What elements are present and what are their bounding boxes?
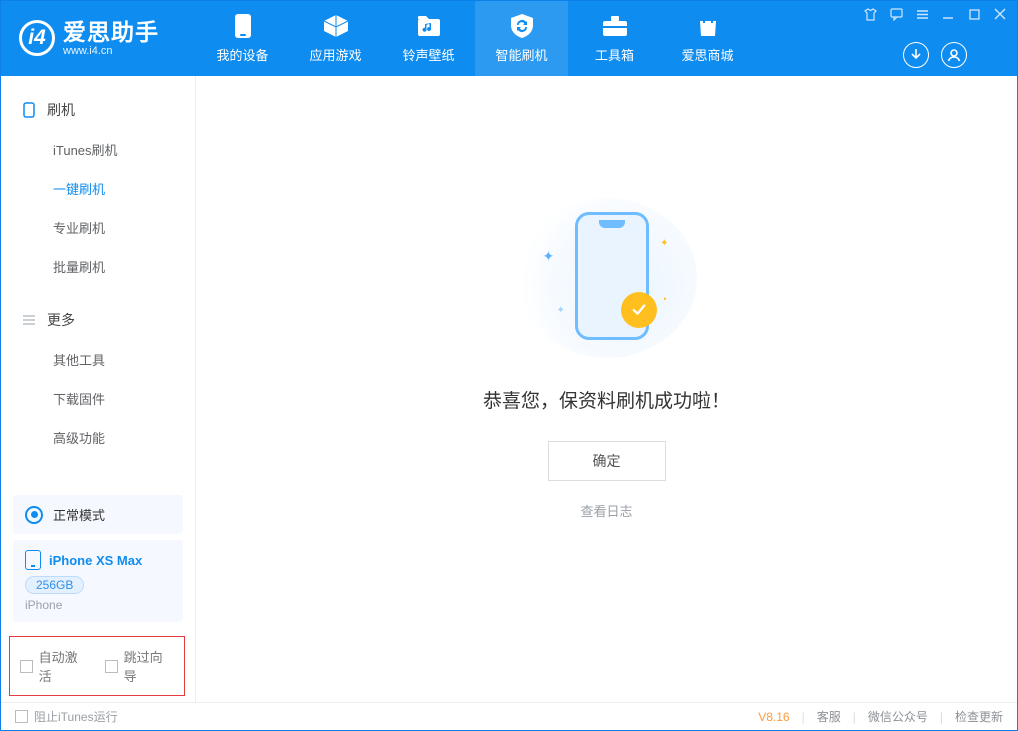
tab-smart-flash[interactable]: 智能刷机 xyxy=(475,1,568,76)
phone-icon xyxy=(21,102,37,118)
sparkle-icon: ✦ xyxy=(557,305,565,316)
sidebar-item-download-firmware[interactable]: 下载固件 xyxy=(1,379,195,418)
account-button[interactable] xyxy=(941,42,967,68)
sidebar-item-onekey-flash[interactable]: 一键刷机 xyxy=(1,169,195,208)
phone-icon xyxy=(25,550,41,570)
status-bar: 阻止iTunes运行 V8.16 | 客服 | 微信公众号 | 检查更新 xyxy=(1,702,1017,730)
music-folder-icon xyxy=(415,13,443,39)
main-tabs: 我的设备 应用游戏 铃声壁纸 智能刷机 工具箱 爱思商城 xyxy=(196,1,754,76)
tab-toolbox[interactable]: 工具箱 xyxy=(568,1,661,76)
app-name-cn: 爱思助手 xyxy=(63,20,159,45)
success-message: 恭喜您，保资料刷机成功啦！ xyxy=(483,386,730,413)
tab-ringtones-wallpapers[interactable]: 铃声壁纸 xyxy=(382,1,475,76)
check-update-link[interactable]: 检查更新 xyxy=(955,708,1003,725)
support-link[interactable]: 客服 xyxy=(817,708,841,725)
highlighted-options-box: 自动激活 跳过向导 xyxy=(9,636,185,696)
device-name: iPhone XS Max xyxy=(49,553,142,568)
window-controls xyxy=(863,7,1007,21)
success-illustration: ✦ ✦ ✦ • xyxy=(517,198,697,358)
refresh-shield-icon xyxy=(508,13,536,39)
app-name-en: www.i4.cn xyxy=(63,45,159,57)
checkbox-label: 跳过向导 xyxy=(124,647,174,685)
sparkle-icon: ✦ xyxy=(543,248,555,265)
checkbox-auto-activate[interactable]: 自动激活 xyxy=(20,647,89,685)
device-capacity-badge: 256GB xyxy=(25,576,84,594)
sidebar-item-batch-flash[interactable]: 批量刷机 xyxy=(1,247,195,286)
tab-label: 工具箱 xyxy=(595,45,634,64)
menu-icon[interactable] xyxy=(915,7,929,21)
download-button[interactable] xyxy=(903,42,929,68)
titlebar: i4 爱思助手 www.i4.cn 我的设备 应用游戏 铃声壁纸 智能刷机 工具… xyxy=(1,1,1017,76)
checkbox-skip-guide[interactable]: 跳过向导 xyxy=(105,647,174,685)
device-mode-box[interactable]: 正常模式 xyxy=(13,495,183,534)
device-info-box[interactable]: iPhone XS Max 256GB iPhone xyxy=(13,540,183,622)
sidebar-item-itunes-flash[interactable]: iTunes刷机 xyxy=(1,130,195,169)
bag-icon xyxy=(694,13,722,39)
tab-label: 爱思商城 xyxy=(681,45,733,64)
feedback-icon[interactable] xyxy=(889,7,903,21)
main-content: ✦ ✦ ✦ • 恭喜您，保资料刷机成功啦！ 确定 查看日志 xyxy=(196,76,1017,702)
tab-apps-games[interactable]: 应用游戏 xyxy=(289,1,382,76)
ok-button[interactable]: 确定 xyxy=(548,441,666,481)
sidebar-item-advanced[interactable]: 高级功能 xyxy=(1,418,195,457)
sidebar: 刷机 iTunes刷机 一键刷机 专业刷机 批量刷机 更多 其他工具 下载固件 … xyxy=(1,76,196,702)
sidebar-section-label: 更多 xyxy=(47,310,75,330)
close-button[interactable] xyxy=(993,7,1007,21)
sidebar-section-flash: 刷机 xyxy=(1,94,195,130)
tab-label: 智能刷机 xyxy=(495,45,547,64)
wechat-link[interactable]: 微信公众号 xyxy=(868,708,928,725)
device-icon xyxy=(229,13,257,39)
tab-my-device[interactable]: 我的设备 xyxy=(196,1,289,76)
checkbox-label: 自动激活 xyxy=(39,647,89,685)
checkbox-block-itunes[interactable]: 阻止iTunes运行 xyxy=(15,708,118,725)
device-mode-label: 正常模式 xyxy=(53,505,105,524)
tab-label: 应用游戏 xyxy=(309,45,361,64)
tab-store[interactable]: 爱思商城 xyxy=(661,1,754,76)
sidebar-item-other-tools[interactable]: 其他工具 xyxy=(1,340,195,379)
minimize-button[interactable] xyxy=(941,7,955,21)
shirt-icon[interactable] xyxy=(863,7,877,21)
tab-label: 我的设备 xyxy=(216,45,268,64)
toolbox-icon xyxy=(601,13,629,39)
checkmark-badge-icon xyxy=(621,292,657,328)
app-logo: i4 爱思助手 www.i4.cn xyxy=(1,20,196,57)
sparkle-icon: ✦ xyxy=(660,238,668,249)
cube-icon xyxy=(322,13,350,39)
maximize-button[interactable] xyxy=(967,7,981,21)
tab-label: 铃声壁纸 xyxy=(402,45,454,64)
sidebar-section-label: 刷机 xyxy=(47,100,75,120)
mode-indicator-icon xyxy=(25,506,43,524)
checkbox-label: 阻止iTunes运行 xyxy=(34,708,118,725)
list-icon xyxy=(21,312,37,328)
sidebar-item-pro-flash[interactable]: 专业刷机 xyxy=(1,208,195,247)
version-label: V8.16 xyxy=(758,710,789,724)
logo-icon: i4 xyxy=(19,20,55,56)
view-log-link[interactable]: 查看日志 xyxy=(580,501,632,520)
device-type: iPhone xyxy=(25,598,171,612)
sparkle-icon: • xyxy=(663,294,666,304)
sidebar-section-more: 更多 xyxy=(1,304,195,340)
